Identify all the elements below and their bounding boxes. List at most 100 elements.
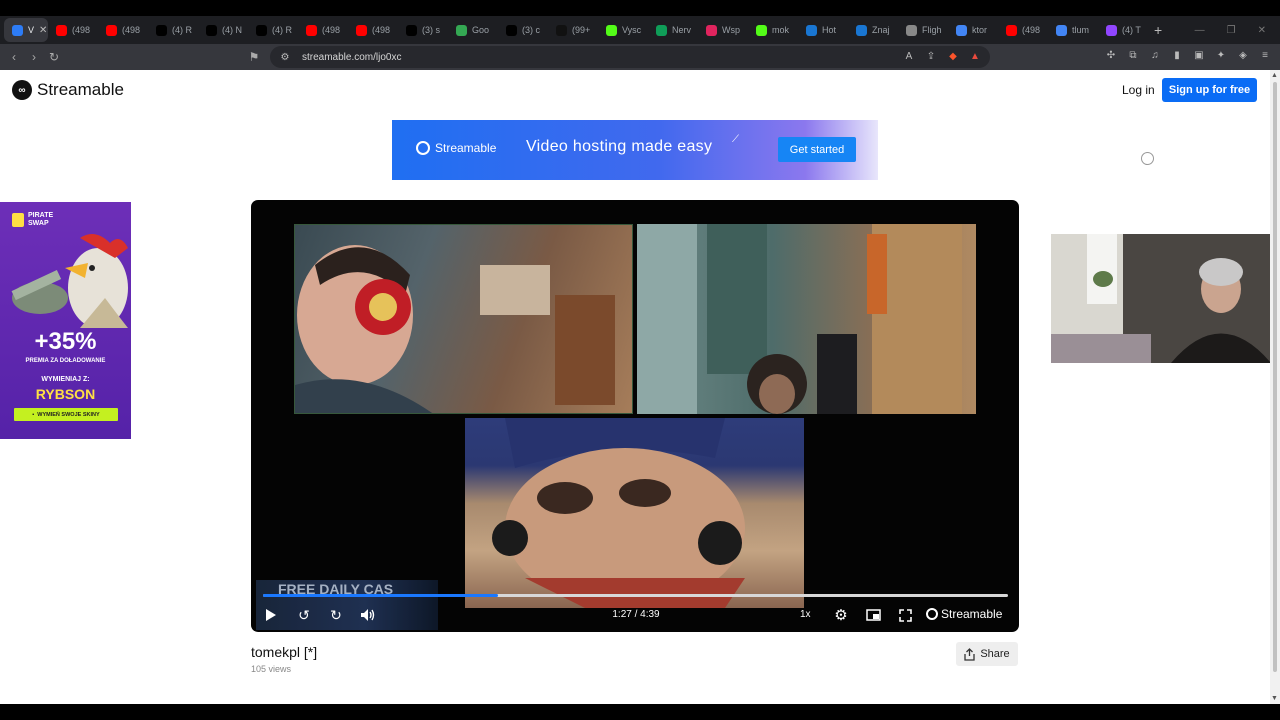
browser-tab[interactable]: (4) R [248, 18, 298, 42]
brave-shield-icon[interactable]: ◆ [946, 49, 960, 63]
menu-icon[interactable]: ≡ [1258, 48, 1272, 62]
tab-favicon-icon [106, 24, 117, 36]
extensions-toolbar: ✣ ⧉ ♫ ▮ ▣ ✦ ◈ ≡ [1104, 48, 1272, 62]
tab-title: (4) T [1122, 25, 1141, 35]
browser-tab[interactable]: (4) T [1098, 18, 1148, 42]
tab-favicon-icon [1106, 24, 1117, 36]
scroll-up-icon[interactable]: ▲ [1271, 72, 1278, 79]
browser-tab[interactable]: Hot [798, 18, 848, 42]
bookmark-icon[interactable]: ⚑ [244, 50, 264, 64]
browser-tab[interactable]: (498 [48, 18, 98, 42]
browser-tab[interactable]: (3) c [498, 18, 548, 42]
ad-brand-line1: PIRATE [28, 212, 54, 219]
tab-title: Goo [472, 25, 490, 35]
tab-title: (4) R [172, 25, 192, 35]
site-info-icon[interactable]: ⚙ [278, 50, 292, 64]
extensions-icon[interactable]: ✣ [1104, 48, 1118, 62]
browser-tab[interactable]: (498 [98, 18, 148, 42]
scrollbar-thumb[interactable] [1273, 82, 1277, 672]
browser-tab[interactable]: (498 [298, 18, 348, 42]
video-player[interactable]: FREE DAILY CAS ↺ ↻ 1:27 / 4:39 1x ⚙ Stre… [251, 200, 1019, 632]
browser-tab[interactable]: mok [748, 18, 798, 42]
tab-favicon-icon [406, 24, 417, 36]
progress-bar[interactable] [263, 594, 1008, 597]
page-scrollbar[interactable]: ▲ ▼ [1270, 70, 1280, 704]
player-brand[interactable]: Streamable [926, 607, 1002, 621]
tab-title: (498 [1022, 25, 1041, 35]
screenshot-icon[interactable]: ⧉ [1126, 48, 1140, 62]
brave-rewards-icon[interactable]: ▲ [968, 49, 982, 63]
new-tab-button[interactable]: + [1154, 22, 1162, 38]
share-label: Share [980, 648, 1010, 660]
browser-tab[interactable]: (3) s [398, 18, 448, 42]
tab-title: V [28, 25, 35, 35]
back-icon[interactable]: ‹ [4, 50, 24, 64]
room-scene-icon [637, 224, 962, 414]
tab-favicon-icon [56, 24, 67, 36]
sidebar-icon[interactable]: ▮ [1170, 48, 1184, 62]
browser-tab[interactable]: tlum [1048, 18, 1098, 42]
get-started-button[interactable]: Get started [778, 137, 856, 162]
restore-icon[interactable]: ❐ [1227, 25, 1236, 36]
playback-speed[interactable]: 1x [800, 609, 811, 620]
browser-tab[interactable]: Wsp [698, 18, 748, 42]
site-logo[interactable]: ∞ Streamable [12, 80, 124, 100]
browser-tab[interactable]: Nerv [648, 18, 698, 42]
tab-favicon-icon [506, 24, 517, 36]
volume-icon[interactable] [359, 605, 377, 625]
browser-tab[interactable]: (498 [998, 18, 1048, 42]
reload-icon[interactable]: ↻ [44, 50, 64, 64]
browser-tab[interactable]: ktor [948, 18, 998, 42]
tab-favicon-icon [256, 24, 267, 36]
tab-title: (4) N [222, 25, 242, 35]
side-advertisement[interactable]: PIRATE SWAP +35% PREMIA ZA DOŁADOWANIE WY… [0, 202, 131, 439]
tab-title: Nerv [672, 25, 692, 35]
player-brand-text: Streamable [941, 607, 1003, 621]
ad-brand: PIRATE SWAP [12, 212, 53, 228]
banner-logo: Streamable [416, 141, 496, 155]
streamable-logo-icon: ∞ [12, 80, 32, 100]
browser-tab[interactable]: Vysc [598, 18, 648, 42]
share-page-icon[interactable]: ⇪ [924, 49, 938, 63]
fast-forward-icon[interactable]: ↻ [327, 605, 345, 625]
tab-title: Hot [822, 25, 837, 35]
browser-tab[interactable]: (498 [348, 18, 398, 42]
fullscreen-icon[interactable] [896, 605, 914, 625]
browser-tab[interactable]: Goo [448, 18, 498, 42]
minimize-icon[interactable]: — [1195, 25, 1205, 36]
window-controls: — ❐ ✕ [1195, 16, 1280, 44]
browser-tab[interactable]: (4) N [198, 18, 248, 42]
tab-favicon-icon [12, 24, 23, 36]
close-tab-icon[interactable]: ✕ [39, 25, 47, 36]
translate-icon[interactable]: A [902, 49, 916, 63]
player-logo-icon [926, 608, 938, 620]
rewind-icon[interactable]: ↺ [295, 605, 313, 625]
signup-button[interactable]: Sign up for free [1162, 78, 1257, 102]
browser-tab[interactable]: (4) R [148, 18, 198, 42]
forward-icon[interactable]: › [24, 50, 44, 64]
ad-cta-button[interactable]: ▪ WYMIEŃ SWOJE SKINY [14, 408, 118, 421]
browser-tab[interactable]: V ✕ [4, 18, 48, 42]
close-window-icon[interactable]: ✕ [1258, 25, 1266, 36]
tab-favicon-icon [156, 24, 167, 36]
leo-ai-icon[interactable]: ✦ [1214, 48, 1228, 62]
picture-in-picture-icon[interactable] [864, 605, 882, 625]
tab-title: (498 [72, 25, 91, 35]
play-icon[interactable] [263, 605, 279, 625]
url-text[interactable]: streamable.com/ljo0xc [302, 52, 401, 63]
media-icon[interactable]: ♫ [1148, 48, 1162, 62]
share-button[interactable]: Share [956, 642, 1018, 666]
vpn-icon[interactable]: ◈ [1236, 48, 1250, 62]
browser-tab[interactable]: Znaj [848, 18, 898, 42]
login-link[interactable]: Log in [1122, 83, 1155, 97]
stream-overlay: FREE DAILY CAS [256, 580, 438, 630]
settings-gear-icon[interactable]: ⚙ [832, 605, 850, 625]
browser-tab[interactable]: Fligh [898, 18, 948, 42]
tab-favicon-icon [456, 24, 467, 36]
wallet-icon[interactable]: ▣ [1192, 48, 1206, 62]
address-bar[interactable]: ⚙ streamable.com/ljo0xc A ⇪ ◆ ▲ [270, 46, 990, 68]
scroll-down-icon[interactable]: ▼ [1271, 695, 1278, 702]
tab-favicon-icon [956, 24, 967, 36]
browser-tab[interactable]: (99+ [548, 18, 598, 42]
promo-banner[interactable]: Streamable Video hosting made easy ⟋ Get… [392, 120, 878, 180]
